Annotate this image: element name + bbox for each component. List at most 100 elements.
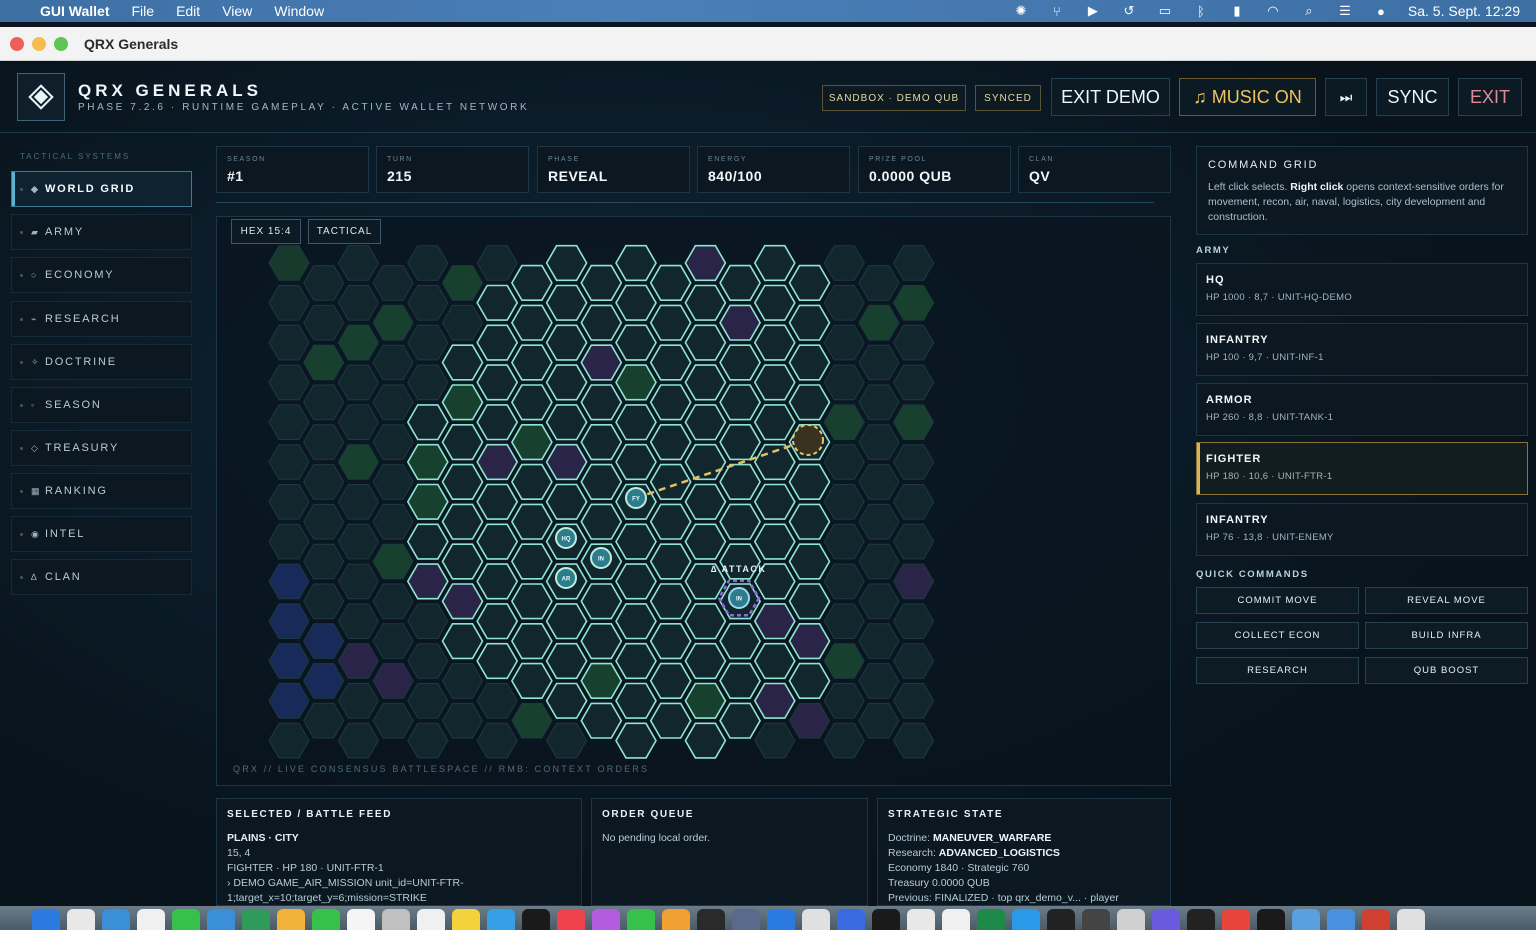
hex-cell[interactable] <box>268 444 310 480</box>
hex-cell[interactable] <box>545 603 588 640</box>
hex-cell[interactable] <box>407 245 449 281</box>
bluetooth-icon[interactable]: ᛒ <box>1192 4 1210 19</box>
hex-cell[interactable] <box>441 583 484 620</box>
hex-cell[interactable] <box>823 603 865 639</box>
hex-cell[interactable] <box>719 463 762 501</box>
hex-cell[interactable] <box>684 523 727 560</box>
hex-cell[interactable] <box>649 503 692 540</box>
hex-cell[interactable] <box>719 702 762 739</box>
dock-app-icon[interactable] <box>522 909 550 930</box>
hex-cell[interactable] <box>649 344 692 381</box>
hex-cell[interactable] <box>858 623 900 659</box>
hex-cell[interactable] <box>545 284 588 321</box>
hex-cell[interactable] <box>788 543 831 580</box>
hex-cell[interactable] <box>684 722 727 759</box>
dock-app-icon[interactable] <box>347 909 375 930</box>
hex-cell[interactable] <box>615 722 657 759</box>
hex-cell[interactable] <box>268 683 310 719</box>
hex-cell[interactable] <box>858 464 900 500</box>
hex-cell[interactable] <box>823 364 865 401</box>
hex-cell[interactable] <box>407 285 449 321</box>
dock-app-icon[interactable] <box>1397 909 1425 930</box>
hex-cell[interactable] <box>580 423 623 461</box>
hex-cell[interactable] <box>476 523 519 560</box>
hex-cell[interactable] <box>337 603 379 639</box>
infantry-unit-marker[interactable]: IN <box>590 547 612 569</box>
hex-cell[interactable] <box>337 324 379 361</box>
hex-cell[interactable] <box>337 722 379 759</box>
hex-cell[interactable] <box>684 483 727 520</box>
zoom-window-button[interactable] <box>54 36 68 51</box>
hex-cell[interactable] <box>684 642 727 680</box>
dock-app-icon[interactable] <box>942 909 970 930</box>
hex-cell[interactable] <box>268 643 310 679</box>
hex-cell[interactable] <box>303 384 345 421</box>
menu-app-name[interactable]: GUI Wallet <box>40 3 110 19</box>
hex-cell[interactable] <box>580 384 623 421</box>
hex-cell[interactable] <box>372 623 414 659</box>
hex-cell[interactable] <box>303 265 345 301</box>
hex-cell[interactable] <box>407 603 449 639</box>
hex-cell[interactable] <box>545 244 588 282</box>
hex-cell[interactable] <box>823 722 865 759</box>
hex-cell[interactable] <box>372 384 414 421</box>
hex-cell[interactable] <box>372 503 414 540</box>
hex-cell[interactable] <box>303 583 345 620</box>
hex-cell[interactable] <box>649 622 692 660</box>
control-center-icon[interactable]: ☰ <box>1336 3 1354 18</box>
dock-app-icon[interactable] <box>1012 909 1040 930</box>
hex-cell[interactable] <box>788 583 831 620</box>
hex-cell[interactable] <box>441 463 484 501</box>
hex-cell[interactable] <box>407 643 449 679</box>
hex-cell[interactable] <box>893 484 935 520</box>
dock-app-icon[interactable] <box>802 909 830 930</box>
hex-cell[interactable] <box>684 244 727 282</box>
hex-cell[interactable] <box>684 404 727 441</box>
hex-cell[interactable] <box>372 543 414 580</box>
hex-cell[interactable] <box>649 543 692 580</box>
hex-cell[interactable] <box>858 265 900 301</box>
hex-cell[interactable] <box>510 344 553 381</box>
hex-cell[interactable] <box>406 523 449 560</box>
hex-cell[interactable] <box>615 324 657 361</box>
army-unit-hq[interactable]: HQ HP 1000 · 8,7 · UNIT-HQ-DEMO <box>1196 263 1528 316</box>
battery-icon[interactable]: ▮ <box>1228 3 1246 18</box>
dock-app-icon[interactable] <box>872 909 900 930</box>
tactical-mode-tag[interactable]: TACTICAL <box>308 219 381 244</box>
hex-cell[interactable] <box>476 443 519 481</box>
hex-cell[interactable] <box>337 643 379 679</box>
hex-cell[interactable] <box>615 563 657 600</box>
hex-cell[interactable] <box>268 603 310 639</box>
hex-cell[interactable] <box>268 563 310 600</box>
hex-cell[interactable] <box>719 264 762 301</box>
fork-icon[interactable]: ⑂ <box>1048 4 1066 19</box>
hex-cell[interactable] <box>510 622 553 660</box>
hex-cell[interactable] <box>580 344 623 381</box>
hex-cell[interactable] <box>893 683 935 719</box>
hex-cell[interactable] <box>303 623 345 659</box>
dock-app-icon[interactable] <box>837 909 865 930</box>
build-infra-button[interactable]: BUILD INFRA <box>1365 622 1528 649</box>
research-button[interactable]: RESEARCH <box>1196 657 1359 684</box>
hex-cell[interactable] <box>580 264 623 301</box>
hex-cell[interactable] <box>893 404 935 440</box>
hex-cell[interactable] <box>753 324 796 361</box>
hex-cell[interactable] <box>545 682 588 719</box>
hex-cell[interactable] <box>476 683 518 719</box>
hex-cell[interactable] <box>337 364 379 401</box>
hex-cell[interactable] <box>580 463 623 501</box>
hex-cell[interactable] <box>476 563 519 600</box>
hex-cell[interactable] <box>441 663 484 699</box>
hex-cell[interactable] <box>719 423 762 461</box>
dock-app-icon[interactable] <box>697 909 725 930</box>
hex-cell[interactable] <box>684 682 727 719</box>
hex-cell[interactable] <box>753 642 796 680</box>
hex-cell[interactable] <box>615 642 657 680</box>
hex-cell[interactable] <box>615 244 657 282</box>
hex-cell[interactable] <box>268 722 310 759</box>
hex-cell[interactable] <box>545 364 588 401</box>
hex-cell[interactable] <box>372 424 414 460</box>
hex-cell[interactable] <box>893 563 935 600</box>
hex-cell[interactable] <box>303 464 345 500</box>
hex-cell[interactable] <box>372 663 414 699</box>
